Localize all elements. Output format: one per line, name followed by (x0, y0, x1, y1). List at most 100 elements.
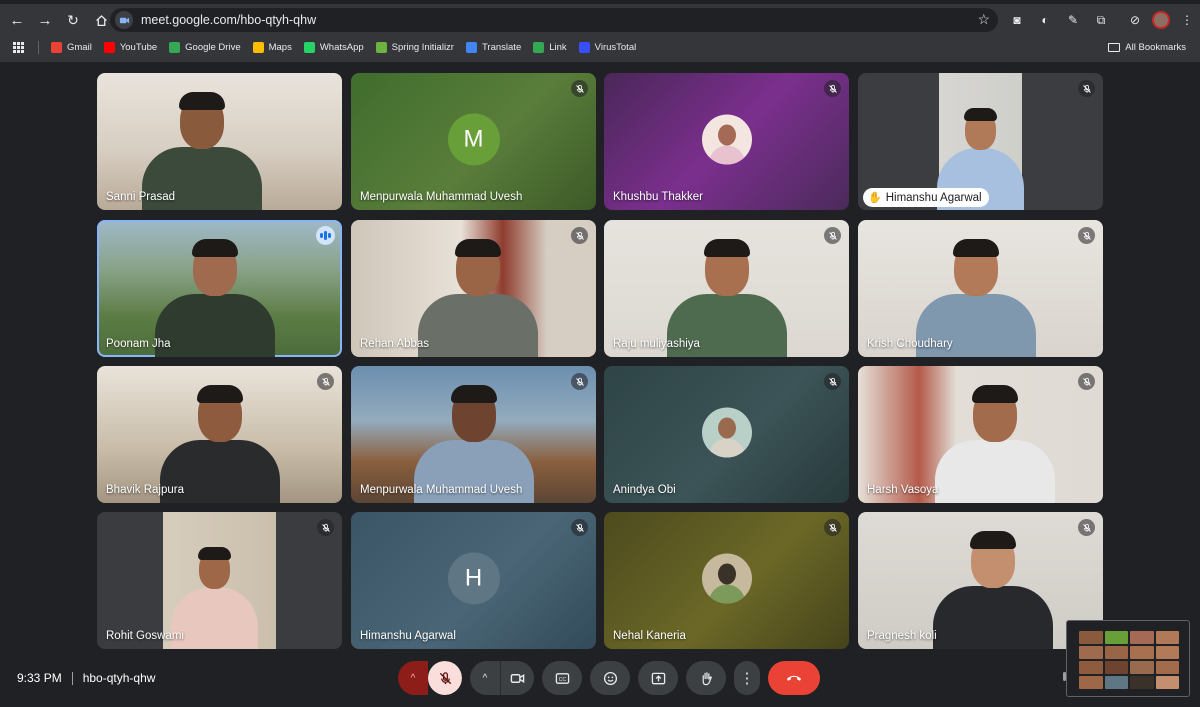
participant-tile[interactable]: Khushbu Thakker (604, 73, 849, 210)
meeting-control-bar: 9:33 PM hbo-qtyh-qhw ^ ^ CC ⋮ (0, 650, 1200, 707)
participant-video-hair (196, 385, 243, 404)
bookmark-item[interactable]: Google Drive (169, 41, 241, 53)
pip-tile (1130, 646, 1154, 659)
participant-video-body (932, 586, 1053, 649)
bookmark-favicon-icon (465, 41, 477, 53)
camera-extension-icon[interactable]: ◙ (1006, 9, 1028, 31)
speaking-indicator-icon (316, 226, 335, 245)
bookmark-favicon-icon (578, 41, 590, 53)
participant-tile[interactable]: Sanni Prasad (97, 73, 342, 210)
bookmark-item[interactable]: WhatsApp (303, 41, 364, 53)
participant-profile-photo (701, 114, 752, 164)
participant-name: Menpurwala Muhammad Uvesh (360, 191, 523, 203)
puzzle-extensions-icon[interactable]: ⧉ (1090, 9, 1112, 31)
sidebar-icon[interactable]: ⊘ (1124, 9, 1146, 31)
participant-tile[interactable]: M Menpurwala Muhammad Uvesh (351, 73, 596, 210)
bookmark-item[interactable]: Gmail (51, 41, 92, 53)
participant-tile[interactable]: ✋ Himanshu Agarwal (858, 73, 1103, 210)
mic-muted-icon (317, 373, 334, 390)
participant-tile[interactable]: Raju muliyashiya (604, 220, 849, 357)
bookmark-item[interactable]: VirusTotal (578, 41, 636, 53)
bookmarks-bar: Gmail YouTube Google Drive Maps WhatsApp Spri… (0, 38, 1200, 56)
raised-hand-badge: ✋ Himanshu Agarwal (863, 188, 989, 207)
participant-name: Raju muliyashiya (613, 338, 700, 350)
participant-name: Himanshu Agarwal (885, 191, 982, 204)
pip-tile (1155, 676, 1179, 689)
contrast-extension-icon[interactable]: ◐ (1034, 9, 1056, 31)
reactions-button[interactable] (590, 661, 630, 695)
participant-tile[interactable]: Nehal Kaneria (604, 512, 849, 649)
more-options-button[interactable]: ⋮ (734, 661, 760, 695)
browser-toolbar: ← → ↻ meet.google.com/hbo-qtyh-qhw ☆ ◙ ◐… (0, 4, 1200, 36)
participant-name: Himanshu Agarwal (360, 630, 456, 642)
reload-icon[interactable]: ↻ (60, 7, 86, 33)
captions-button[interactable]: CC (542, 661, 582, 695)
participant-name: Poonam Jha (106, 338, 171, 350)
participant-tile[interactable]: Krish Choudhary (858, 220, 1103, 357)
mic-muted-icon (571, 373, 588, 390)
bookmark-label: Translate (481, 41, 522, 53)
participant-tile[interactable]: Bhavik Rajpura (97, 366, 342, 503)
all-bookmarks-button[interactable]: All Bookmarks (1108, 42, 1186, 53)
bookmark-item[interactable]: Maps (252, 41, 292, 53)
participant-tile[interactable]: Poonam Jha (97, 220, 342, 357)
participant-tile[interactable]: Anindya Obi (604, 366, 849, 503)
forward-icon[interactable]: → (32, 7, 58, 33)
bookmark-item[interactable]: Translate (465, 41, 522, 53)
participant-tile[interactable]: Harsh Vasoya (858, 366, 1103, 503)
bookmark-label: WhatsApp (319, 41, 364, 53)
participant-video-hair (969, 531, 1016, 550)
browser-chrome: ← → ↻ meet.google.com/hbo-qtyh-qhw ☆ ◙ ◐… (0, 0, 1200, 62)
present-screen-button[interactable] (638, 661, 678, 695)
participant-video-hair (455, 239, 502, 258)
bookmark-item[interactable]: YouTube (103, 41, 157, 53)
pip-tile (1079, 661, 1103, 674)
mic-muted-icon (571, 80, 588, 97)
bookmark-favicon-icon (103, 41, 115, 53)
pip-tile (1155, 631, 1179, 644)
participant-tile[interactable]: H Himanshu Agarwal (351, 512, 596, 649)
participant-video-hair (179, 92, 226, 111)
participant-video-hair (963, 108, 998, 122)
pip-tile-grid (1079, 631, 1179, 689)
participant-tile[interactable]: Rehan Abbas (351, 220, 596, 357)
microphone-off-button[interactable] (428, 661, 462, 695)
participant-avatar: H (447, 551, 500, 604)
bookmark-label: Link (549, 41, 567, 53)
address-bar[interactable]: meet.google.com/hbo-qtyh-qhw ☆ (110, 8, 998, 32)
pip-tile (1079, 631, 1103, 644)
site-info-icon[interactable] (115, 11, 133, 29)
kebab-menu-icon[interactable]: ⋮ (1176, 9, 1198, 31)
bookmark-separator (38, 40, 39, 54)
camera-button[interactable] (500, 661, 534, 695)
mic-control-group: ^ (398, 661, 462, 695)
raise-hand-button[interactable] (686, 661, 726, 695)
apps-grid-icon[interactable] (13, 41, 24, 53)
camera-control-group: ^ (470, 661, 534, 695)
meeting-details[interactable]: 9:33 PM hbo-qtyh-qhw (17, 671, 155, 685)
back-icon[interactable]: ← (4, 7, 30, 33)
profile-avatar[interactable] (1152, 11, 1170, 29)
participant-name: Nehal Kaneria (613, 630, 686, 642)
bookmark-favicon-icon (533, 41, 545, 53)
bookmark-item[interactable]: Spring Initializr (375, 41, 454, 53)
meeting-code: hbo-qtyh-qhw (82, 671, 156, 685)
mic-muted-icon (571, 519, 588, 536)
participant-tile[interactable]: Menpurwala Muhammad Uvesh (351, 366, 596, 503)
eyedropper-extension-icon[interactable]: ✎ (1062, 9, 1084, 31)
mic-muted-icon (824, 519, 841, 536)
participant-tile[interactable]: Rohit Goswami (97, 512, 342, 649)
mic-muted-icon (1078, 519, 1095, 536)
audio-options-button[interactable]: ^ (398, 661, 428, 695)
bookmark-item[interactable]: Link (533, 41, 567, 53)
participant-profile-photo (701, 407, 752, 457)
url-text[interactable]: meet.google.com/hbo-qtyh-qhw (141, 13, 316, 27)
bookmark-star-icon[interactable]: ☆ (977, 11, 990, 28)
bookmark-label: Gmail (67, 41, 92, 53)
pip-tile (1104, 676, 1128, 689)
participant-name: Sanni Prasad (106, 191, 176, 203)
picture-in-picture-preview[interactable] (1066, 620, 1190, 697)
video-options-button[interactable]: ^ (470, 661, 500, 695)
meeting-time: 9:33 PM (17, 671, 62, 685)
leave-call-button[interactable] (768, 661, 820, 695)
